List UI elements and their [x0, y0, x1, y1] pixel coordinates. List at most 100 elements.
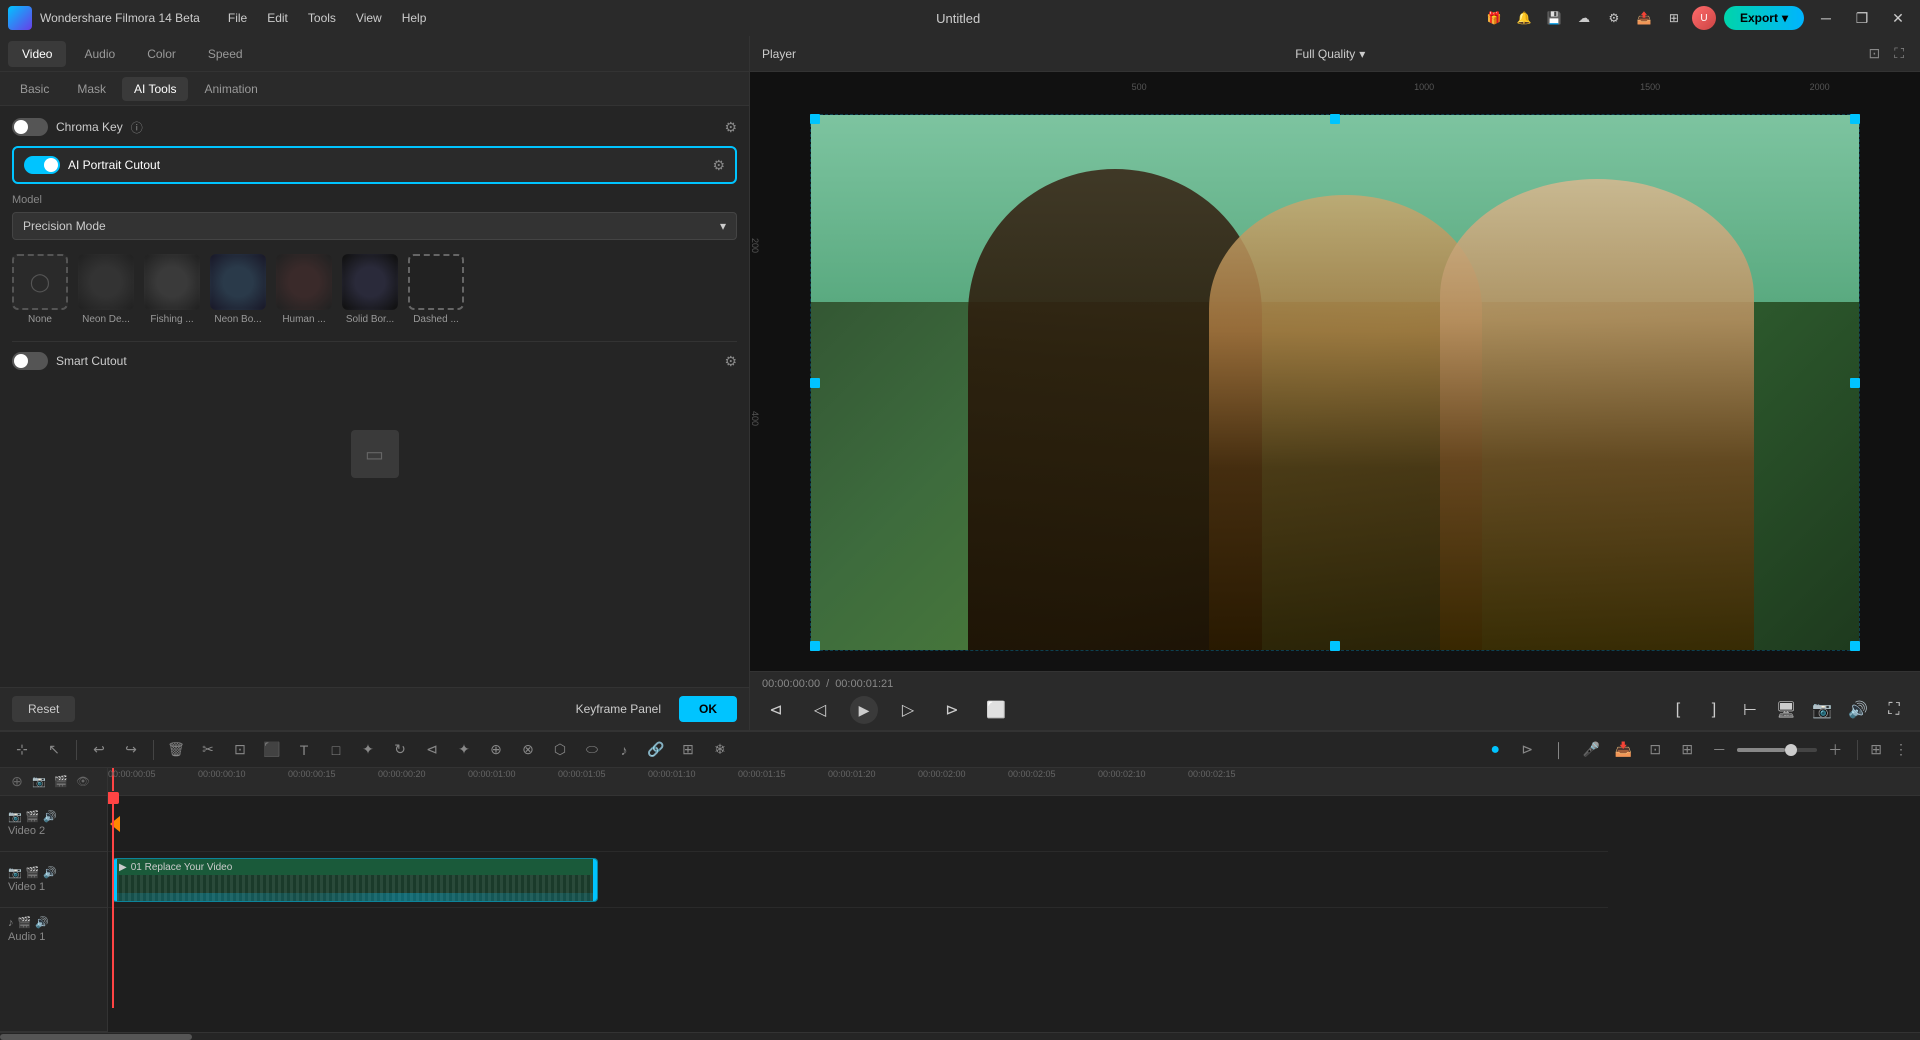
handle-top-left[interactable]: [810, 114, 820, 124]
model-dropdown[interactable]: Precision Mode ▾: [12, 212, 737, 240]
sub-tab-animation[interactable]: Animation: [192, 77, 269, 101]
sub-tab-aitools[interactable]: AI Tools: [122, 77, 188, 101]
share-icon[interactable]: 📤: [1632, 6, 1656, 30]
monitor-button[interactable]: 🖥: [1772, 696, 1800, 724]
mask-tool-button[interactable]: ⬡: [546, 736, 574, 764]
pointer-button[interactable]: ↖: [40, 736, 68, 764]
out-point-button[interactable]: ]: [1700, 696, 1728, 724]
freeze-button[interactable]: ❄: [706, 736, 734, 764]
maximize-button[interactable]: ❐: [1848, 4, 1876, 32]
in-point-button[interactable]: [: [1664, 696, 1692, 724]
mic-button[interactable]: 🎤: [1577, 736, 1605, 764]
snap-button[interactable]: ⊹: [8, 736, 36, 764]
sub-tab-basic[interactable]: Basic: [8, 77, 61, 101]
play-button[interactable]: ▶: [850, 696, 878, 724]
player-grid-view-button[interactable]: ⊡: [1864, 43, 1884, 64]
effect-dashed[interactable]: Dashed ...: [408, 254, 464, 325]
video2-volume-icon[interactable]: 🔊: [43, 810, 57, 823]
import-button[interactable]: 📥: [1609, 736, 1637, 764]
audio-tool-button[interactable]: ♪: [610, 736, 638, 764]
cut-button[interactable]: ✂: [194, 736, 222, 764]
color-tool-button[interactable]: ⬭: [578, 736, 606, 764]
volume-button[interactable]: 🔊: [1844, 696, 1872, 724]
export-button[interactable]: Export ▾: [1724, 6, 1804, 30]
video2-track[interactable]: [108, 796, 1608, 852]
resize-button[interactable]: ⬛: [258, 736, 286, 764]
handle-bottom-right[interactable]: [1850, 641, 1860, 651]
tab-video[interactable]: Video: [8, 41, 66, 67]
chroma-key-settings-icon[interactable]: ⚙: [724, 119, 737, 136]
video-clip[interactable]: ▶ 01 Replace Your Video: [112, 858, 598, 902]
redo-button[interactable]: ↪: [117, 736, 145, 764]
undo-button[interactable]: ↩: [85, 736, 113, 764]
mark-in-button[interactable]: ⊢: [1736, 696, 1764, 724]
cloud-icon[interactable]: ☁: [1572, 6, 1596, 30]
clip-left-handle[interactable]: [113, 859, 117, 901]
smart-cutout-settings-icon[interactable]: ⚙: [724, 353, 737, 370]
split-button[interactable]: │: [1545, 736, 1573, 764]
effect-btn[interactable]: ✦: [354, 736, 382, 764]
text-button[interactable]: T: [290, 736, 318, 764]
tab-speed[interactable]: Speed: [194, 41, 257, 67]
effect-fishing[interactable]: Fishing ...: [144, 254, 200, 325]
clip-right-handle[interactable]: [593, 859, 597, 901]
user-avatar[interactable]: U: [1692, 6, 1716, 30]
handle-top-middle[interactable]: [1330, 114, 1340, 124]
bell-icon[interactable]: 🔔: [1512, 6, 1536, 30]
handle-top-right[interactable]: [1850, 114, 1860, 124]
chroma-key-toggle[interactable]: [12, 118, 48, 136]
menu-help[interactable]: Help: [394, 7, 435, 29]
mosaic-button[interactable]: ⊞: [1673, 736, 1701, 764]
more-options-button[interactable]: ⋮: [1890, 739, 1912, 760]
motion-button[interactable]: ⊲: [418, 736, 446, 764]
video1-track[interactable]: ▶ 01 Replace Your Video: [108, 852, 1608, 908]
zoom-thumb[interactable]: [1785, 744, 1797, 756]
ai-portrait-toggle[interactable]: [24, 156, 60, 174]
video1-volume-icon[interactable]: 🔊: [43, 866, 57, 879]
fullscreen-player-button[interactable]: ⛶: [1880, 696, 1908, 724]
handle-bottom-left[interactable]: [810, 641, 820, 651]
handle-middle-right[interactable]: [1850, 378, 1860, 388]
step-forward-button[interactable]: ▷: [894, 696, 922, 724]
grid-icon[interactable]: ⊞: [1662, 6, 1686, 30]
keyframe-panel-button[interactable]: Keyframe Panel: [566, 696, 671, 722]
timeline-scrollbar[interactable]: [0, 1032, 1920, 1040]
close-button[interactable]: ✕: [1884, 4, 1912, 32]
video-frame[interactable]: [810, 114, 1860, 651]
audio1-track[interactable]: [108, 908, 1608, 1008]
effect-none[interactable]: ◯ None: [12, 254, 68, 325]
minus-zoom-button[interactable]: －: [1705, 736, 1733, 764]
ok-button[interactable]: OK: [679, 696, 737, 722]
step-back-button[interactable]: ◁: [806, 696, 834, 724]
pip-button[interactable]: ⊡: [1641, 736, 1669, 764]
audio1-volume-icon[interactable]: 🔊: [35, 916, 49, 929]
menu-edit[interactable]: Edit: [259, 7, 296, 29]
jump-button[interactable]: ⊳: [1513, 736, 1541, 764]
save-icon[interactable]: 💾: [1542, 6, 1566, 30]
timeline-tracks[interactable]: 00:00:00:05 00:00:00:10 00:00:00:15 00:0…: [108, 768, 1920, 1032]
settings-header-icon[interactable]: ⚙: [1602, 6, 1626, 30]
tab-color[interactable]: Color: [133, 41, 190, 67]
delete-button[interactable]: 🗑: [162, 736, 190, 764]
reset-button[interactable]: Reset: [12, 696, 75, 722]
player-fullscreen-button[interactable]: ⛶: [1890, 43, 1908, 64]
zoom-slider[interactable]: [1737, 748, 1817, 752]
more-button[interactable]: ⊕: [482, 736, 510, 764]
effect-human[interactable]: Human ...: [276, 254, 332, 325]
menu-view[interactable]: View: [348, 7, 390, 29]
speed-ramp-button[interactable]: ⊗: [514, 736, 542, 764]
effect-neon-bo[interactable]: Neon Bo...: [210, 254, 266, 325]
group-button[interactable]: ⊞: [674, 736, 702, 764]
effect-solid-bor[interactable]: Solid Bor...: [342, 254, 398, 325]
effect-neon-de[interactable]: Neon De...: [78, 254, 134, 325]
sub-tab-mask[interactable]: Mask: [65, 77, 118, 101]
chroma-key-info-icon[interactable]: ⓘ: [131, 119, 143, 136]
tab-audio[interactable]: Audio: [70, 41, 129, 67]
crop-button[interactable]: ⊡: [226, 736, 254, 764]
shape-button[interactable]: □: [322, 736, 350, 764]
add-track-button[interactable]: ⊕: [8, 773, 26, 791]
smart-cutout-toggle[interactable]: [12, 352, 48, 370]
green-circle-button[interactable]: ●: [1481, 736, 1509, 764]
loop-button[interactable]: ⬜: [982, 696, 1010, 724]
transform-button[interactable]: ↻: [386, 736, 414, 764]
